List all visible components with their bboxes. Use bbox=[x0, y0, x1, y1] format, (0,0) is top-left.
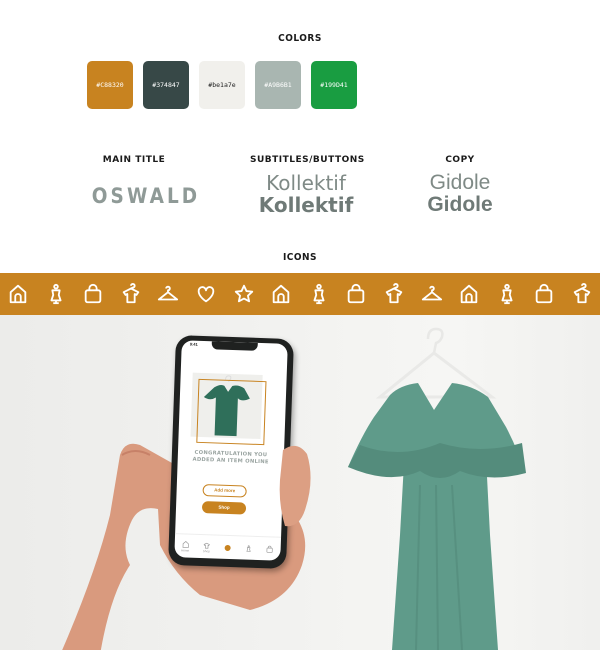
swatch-dark-green: #374847 bbox=[143, 61, 189, 109]
mannequin-icon bbox=[308, 283, 330, 305]
gidole-regular-sample: Gidole bbox=[429, 171, 491, 194]
hanger-icon bbox=[157, 283, 179, 305]
app-image-frame bbox=[196, 378, 267, 446]
heart-icon bbox=[195, 283, 217, 305]
mannequin-icon bbox=[45, 283, 67, 305]
status-time: 9:41 bbox=[189, 341, 198, 347]
mannequin-icon bbox=[496, 283, 518, 305]
copy-column: COPY Gidole Gidole bbox=[414, 155, 506, 216]
oswald-sample: OSWALD bbox=[91, 184, 201, 208]
hanger-icon bbox=[421, 283, 443, 305]
tab-mannequin[interactable] bbox=[245, 544, 253, 552]
swatch-label: #C88320 bbox=[96, 81, 124, 89]
swatch-label: #be1a7e bbox=[208, 81, 236, 89]
tab-label: Home bbox=[181, 547, 190, 553]
tab-home[interactable]: Home bbox=[181, 540, 189, 552]
copy-heading: COPY bbox=[445, 155, 475, 165]
shirt-icon bbox=[383, 283, 405, 305]
main-title-column: MAIN TITLE OSWALD bbox=[86, 155, 201, 208]
add-more-button[interactable]: Add more bbox=[202, 484, 247, 498]
tab-bag[interactable] bbox=[266, 545, 274, 553]
icon-strip bbox=[0, 273, 600, 315]
subtitles-column: SUBTITLES/BUTTONS Kollektif Kollektif bbox=[250, 155, 365, 217]
star-icon bbox=[233, 283, 255, 305]
tab-shop[interactable]: Shop bbox=[202, 541, 210, 553]
swatch-off-white: #be1a7e bbox=[199, 61, 245, 109]
phone-screen: 9:41 CONGRATULATION YOU ADDED AN ITEM ON… bbox=[174, 340, 288, 561]
dress-on-hanger-image bbox=[348, 327, 526, 650]
icons-heading: ICONS bbox=[282, 252, 318, 263]
swatch-sage: #A9B6B1 bbox=[255, 61, 301, 109]
gidole-bold-sample: Gidole bbox=[427, 193, 493, 216]
shopping-bag-icon bbox=[82, 283, 104, 305]
tab-center[interactable] bbox=[224, 543, 232, 551]
shirt-icon bbox=[120, 283, 142, 305]
subtitles-heading: SUBTITLES/BUTTONS bbox=[250, 155, 365, 165]
shirt-icon bbox=[571, 283, 593, 305]
house-icon bbox=[7, 283, 29, 305]
shopping-bag-icon bbox=[345, 283, 367, 305]
confirmation-message: CONGRATULATION YOU ADDED AN ITEM ONLINE bbox=[192, 449, 269, 466]
kollektif-regular-sample: Kollektif bbox=[266, 171, 346, 195]
swatch-label: #374847 bbox=[152, 81, 180, 89]
app-tab-bar: Home Shop bbox=[174, 533, 282, 561]
swatch-orange: #C88320 bbox=[87, 61, 133, 109]
product-photo: 9:41 CONGRATULATION YOU ADDED AN ITEM ON… bbox=[0, 315, 600, 650]
kollektif-bold-sample: Kollektif bbox=[258, 193, 354, 217]
thumb-image bbox=[279, 445, 311, 527]
phone-notch bbox=[211, 341, 258, 351]
tab-label: Shop bbox=[202, 548, 210, 553]
color-swatches: #C88320 #374847 #be1a7e #A9B6B1 #199D41 bbox=[87, 61, 357, 109]
shopping-bag-icon bbox=[533, 283, 555, 305]
shop-button[interactable]: Shop bbox=[201, 501, 247, 515]
house-icon bbox=[458, 283, 480, 305]
swatch-label: #199D41 bbox=[320, 81, 348, 89]
house-icon bbox=[270, 283, 292, 305]
colors-heading: COLORS bbox=[278, 33, 322, 44]
swatch-green: #199D41 bbox=[311, 61, 357, 109]
swatch-label: #A9B6B1 bbox=[264, 81, 292, 89]
main-title-heading: MAIN TITLE bbox=[102, 155, 166, 165]
